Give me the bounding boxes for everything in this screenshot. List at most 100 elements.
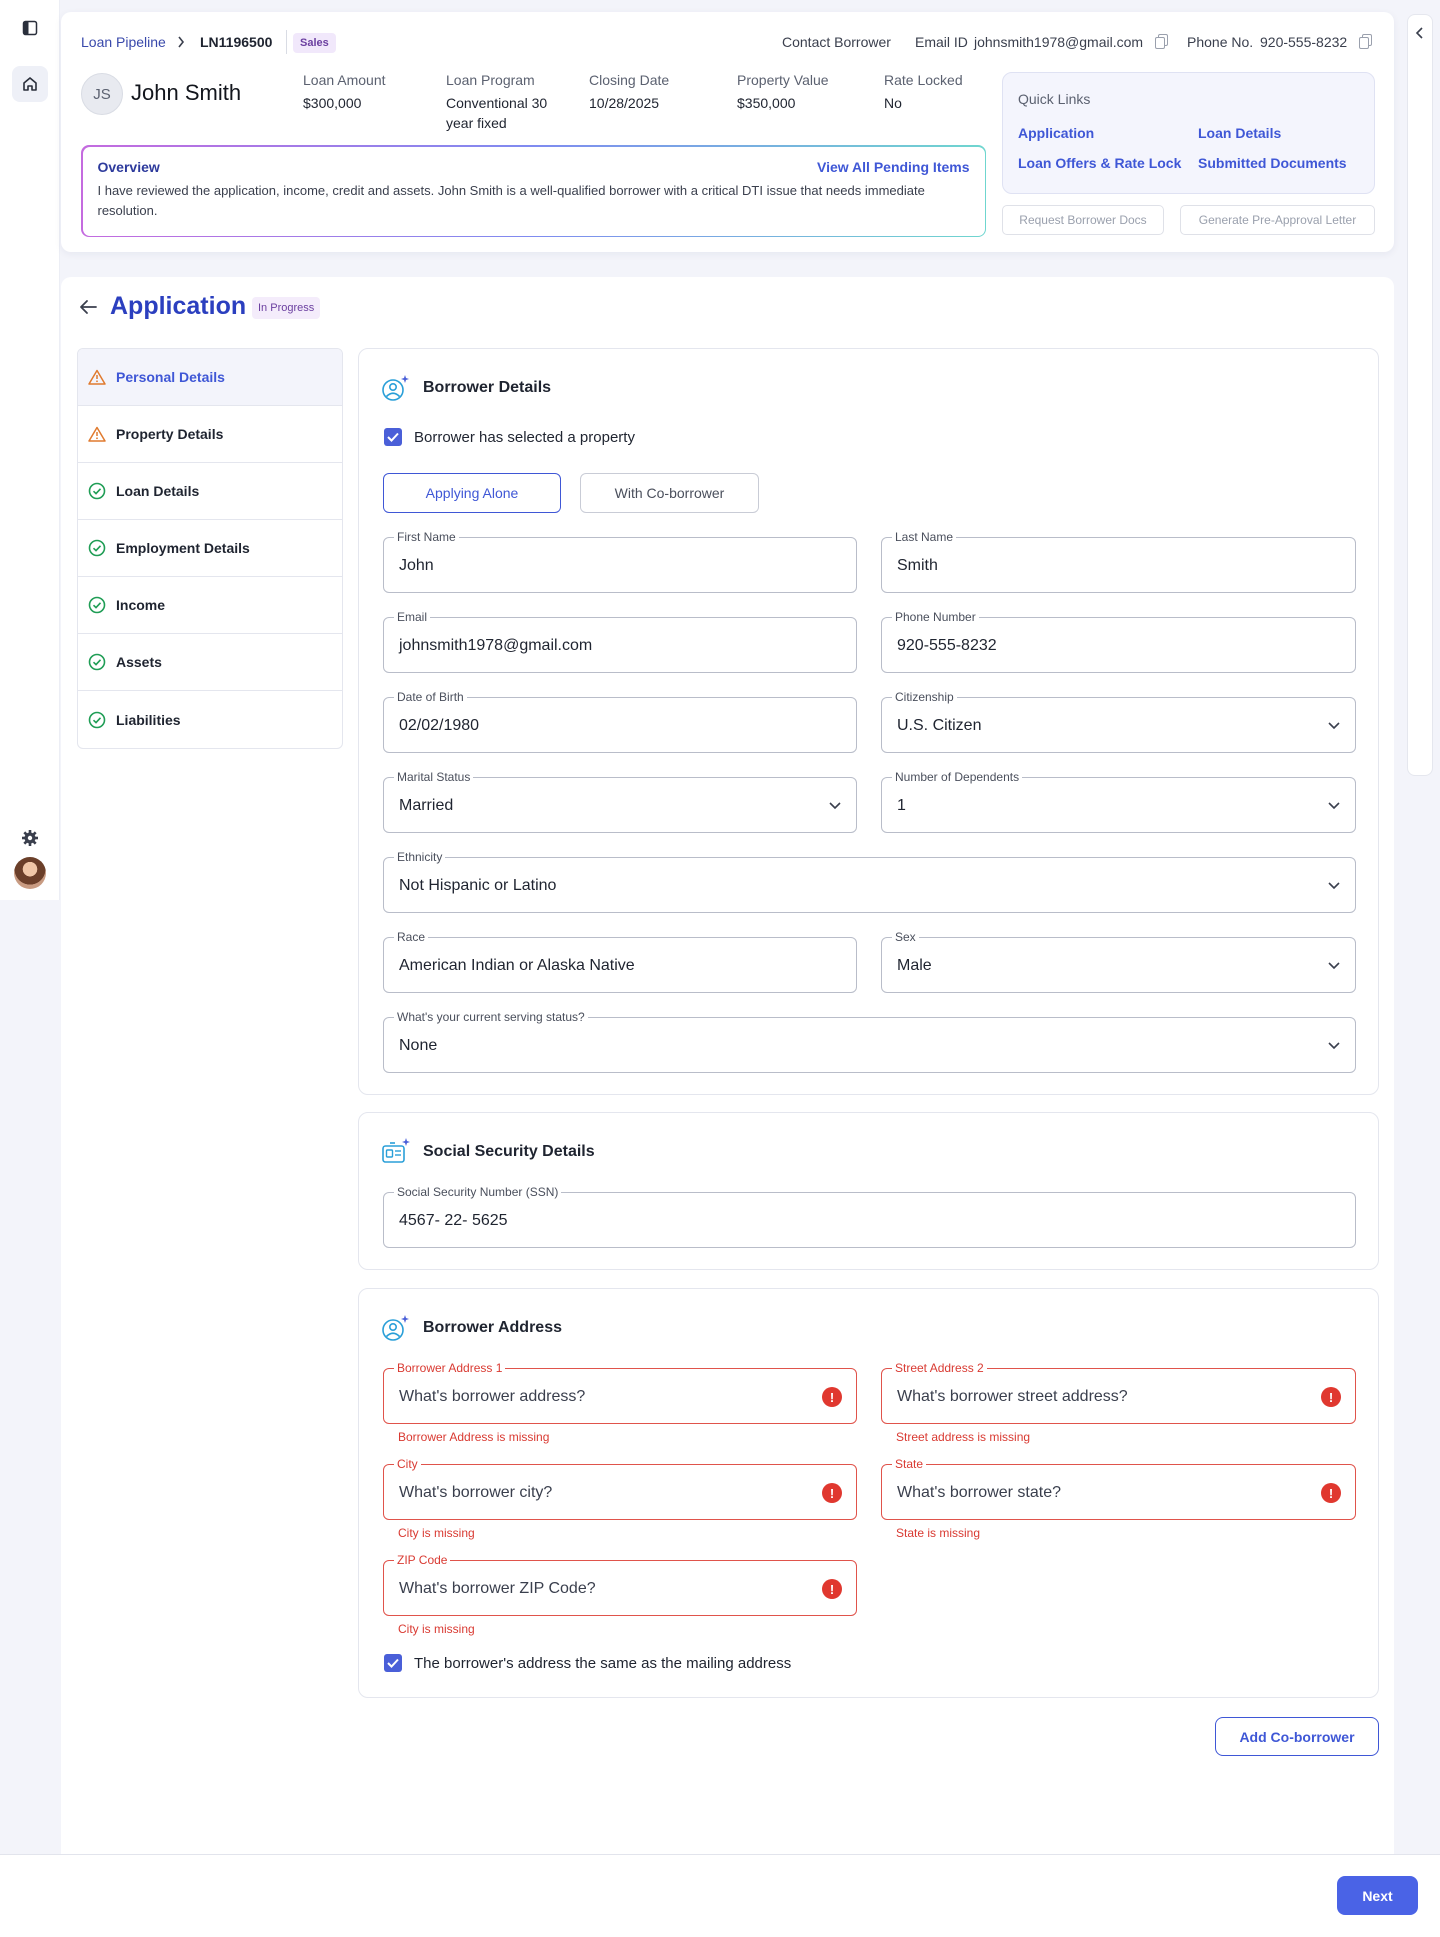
step-property-details[interactable]: Property Details <box>78 406 342 463</box>
error-icon: ! <box>822 1579 842 1599</box>
quick-link-loan-offers[interactable]: Loan Offers & Rate Lock <box>1018 155 1181 171</box>
copy-email-icon[interactable] <box>1155 34 1168 49</box>
user-avatar[interactable] <box>14 857 46 889</box>
chevron-down-icon[interactable] <box>1327 798 1341 812</box>
breadcrumb-loan-pipeline[interactable]: Loan Pipeline <box>81 34 166 50</box>
borrower-sparkle-icon <box>382 375 409 401</box>
quick-link-loan-details[interactable]: Loan Details <box>1198 125 1281 141</box>
ssn-field[interactable]: Social Security Number (SSN) 4567- 22- 5… <box>383 1185 1356 1248</box>
quick-link-application[interactable]: Application <box>1018 125 1094 141</box>
email-value: johnsmith1978@gmail.com <box>974 34 1144 50</box>
applying-alone-button[interactable]: Applying Alone <box>383 473 561 513</box>
with-coborrower-button[interactable]: With Co-borrower <box>580 473 759 513</box>
chevron-down-icon[interactable] <box>828 798 842 812</box>
back-arrow-icon[interactable] <box>79 299 97 315</box>
request-borrower-docs-button[interactable]: Request Borrower Docs <box>1002 205 1164 235</box>
property-selected-checkbox[interactable]: Borrower has selected a property <box>384 428 635 446</box>
borrower-details-section: Borrower Details Borrower has selected a… <box>358 348 1379 1095</box>
property-value: Property Value $350,000 <box>737 72 829 111</box>
overview-panel: Overview View All Pending Items I have r… <box>81 145 986 237</box>
zip-code-error: City is missing <box>398 1622 475 1636</box>
add-coborrower-button[interactable]: Add Co-borrower <box>1215 1717 1379 1756</box>
borrower-details-title: Borrower Details <box>423 379 552 396</box>
rate-locked: Rate Locked No <box>884 72 963 111</box>
warning-icon <box>88 369 106 385</box>
borrower-sparkle-icon <box>382 1315 409 1341</box>
email-field[interactable]: Email johnsmith1978@gmail.com <box>383 610 857 673</box>
footer-bar <box>0 1854 1440 1937</box>
gear-icon[interactable] <box>12 820 48 856</box>
ssn-section-title: Social Security Details <box>423 1143 595 1160</box>
city-error: City is missing <box>398 1526 475 1540</box>
step-liabilities[interactable]: Liabilities <box>78 691 342 748</box>
next-button[interactable]: Next <box>1337 1876 1418 1915</box>
generate-pre-approval-button[interactable]: Generate Pre-Approval Letter <box>1180 205 1375 235</box>
left-rail <box>0 0 60 900</box>
step-assets[interactable]: Assets <box>78 634 342 691</box>
check-circle-icon <box>88 653 106 671</box>
step-employment-details[interactable]: Employment Details <box>78 520 342 577</box>
id-card-sparkle-icon <box>382 1138 410 1163</box>
check-circle-icon <box>88 596 106 614</box>
phone-label: Phone No. <box>1187 34 1254 50</box>
serving-status-select[interactable]: What's your current serving status? None <box>383 1010 1356 1073</box>
date-of-birth-field[interactable]: Date of Birth 02/02/1980 <box>383 690 857 753</box>
loan-amount: Loan Amount $300,000 <box>303 72 386 111</box>
check-circle-icon <box>88 539 106 557</box>
error-icon: ! <box>1321 1387 1341 1407</box>
phone-value: 920-555-8232 <box>1260 34 1348 50</box>
sex-select[interactable]: Sex Male <box>881 930 1356 993</box>
quick-link-submitted-documents[interactable]: Submitted Documents <box>1198 155 1347 171</box>
chevron-down-icon[interactable] <box>1327 1038 1341 1052</box>
state-error: State is missing <box>896 1526 981 1540</box>
loan-header-card: Loan Pipeline LN1196500 Sales Contact Bo… <box>61 12 1394 252</box>
step-loan-details[interactable]: Loan Details <box>78 463 342 520</box>
quick-links-panel: Quick Links Application Loan Details Loa… <box>1002 72 1375 194</box>
address-1-error: Borrower Address is missing <box>398 1430 550 1444</box>
borrower-address-section: Borrower Address Borrower Address 1 What… <box>358 1288 1379 1698</box>
first-name-field[interactable]: First Name John <box>383 530 857 593</box>
chevron-down-icon[interactable] <box>1327 878 1341 892</box>
borrower-address-1-field[interactable]: Borrower Address 1 What's borrower addre… <box>383 1361 857 1424</box>
copy-phone-icon[interactable] <box>1359 34 1372 49</box>
loan-program: Loan Program Conventional 30 year fixed <box>446 72 548 131</box>
state-field[interactable]: State What's borrower state? ! <box>881 1457 1356 1520</box>
step-income[interactable]: Income <box>78 577 342 634</box>
page-title: Application <box>110 292 247 320</box>
overview-text: I have reviewed the application, income,… <box>97 182 925 218</box>
race-field[interactable]: Race American Indian or Alaska Native <box>383 930 857 993</box>
loan-id: LN1196500 <box>200 34 273 50</box>
sidebar-toggle-icon[interactable] <box>12 10 48 46</box>
home-icon[interactable] <box>12 66 48 102</box>
check-circle-icon <box>88 711 106 728</box>
application-card: Application In Progress Personal Details… <box>61 277 1394 1937</box>
view-pending-items-link[interactable]: View All Pending Items <box>817 159 969 175</box>
application-steps: Personal Details Property Details Loan D… <box>77 348 343 749</box>
ethnicity-select[interactable]: Ethnicity Not Hispanic or Latino <box>383 850 1356 913</box>
last-name-field[interactable]: Last Name Smith <box>881 530 1356 593</box>
phone-number-field[interactable]: Phone Number 920-555-8232 <box>881 610 1356 673</box>
breadcrumb-divider <box>286 30 287 54</box>
city-field[interactable]: City What's borrower city? ! <box>383 1457 857 1520</box>
chevron-down-icon[interactable] <box>1327 718 1341 732</box>
checkbox-checked-icon[interactable] <box>384 1654 402 1672</box>
error-icon: ! <box>822 1483 842 1503</box>
warning-icon <box>88 426 106 442</box>
chevron-down-icon[interactable] <box>1327 958 1341 972</box>
step-personal-details[interactable]: Personal Details <box>78 349 342 406</box>
chevron-left-icon[interactable] <box>1415 27 1425 39</box>
dependents-select[interactable]: Number of Dependents 1 <box>881 770 1356 833</box>
mailing-address-checkbox[interactable]: The borrower's address the same as the m… <box>384 1654 791 1672</box>
right-panel-collapse[interactable] <box>1407 14 1433 776</box>
contact-borrower-link[interactable]: Contact Borrower <box>782 34 891 50</box>
street-address-2-field[interactable]: Street Address 2 What's borrower street … <box>881 1361 1356 1424</box>
sales-tag: Sales <box>293 33 336 53</box>
borrower-name: John Smith <box>131 80 242 105</box>
zip-code-field[interactable]: ZIP Code What's borrower ZIP Code? ! <box>383 1553 857 1616</box>
closing-date: Closing Date 10/28/2025 <box>589 72 670 111</box>
citizenship-select[interactable]: Citizenship U.S. Citizen <box>881 690 1356 753</box>
error-icon: ! <box>822 1387 842 1407</box>
chevron-right-icon <box>178 36 185 48</box>
checkbox-checked-icon[interactable] <box>384 428 402 446</box>
marital-status-select[interactable]: Marital Status Married <box>383 770 857 833</box>
